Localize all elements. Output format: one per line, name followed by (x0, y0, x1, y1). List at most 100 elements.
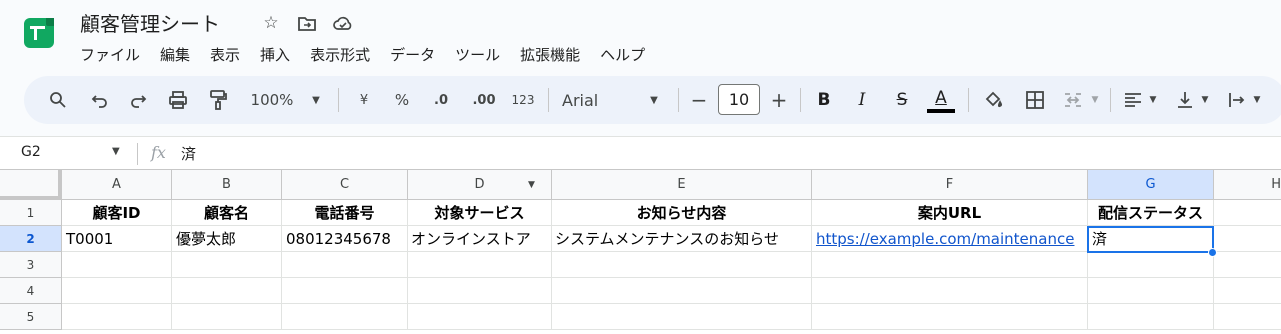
font-size-input[interactable]: 10 (718, 84, 760, 115)
font-caret-icon[interactable]: ▼ (644, 76, 664, 124)
cell-e5[interactable] (552, 304, 812, 330)
menu-extensions[interactable]: 拡張機能 (520, 42, 590, 67)
paint-format-icon[interactable] (204, 76, 232, 124)
merge-caret-icon[interactable]: ▼ (1088, 76, 1102, 124)
column-d-menu-caret-icon[interactable]: ▼ (528, 180, 535, 190)
cell-h3[interactable] (1214, 252, 1281, 278)
bold-button[interactable]: B (812, 76, 836, 124)
sheets-logo-icon[interactable] (24, 18, 54, 48)
row-header-2[interactable]: 2 (0, 226, 62, 252)
fill-handle[interactable] (1208, 248, 1217, 257)
column-header-g[interactable]: G (1088, 170, 1214, 200)
text-color-button[interactable]: A (926, 76, 956, 124)
increase-decimal-button[interactable]: .00 (466, 76, 502, 124)
cell-f2-link[interactable]: https://example.com/maintenance (812, 226, 1088, 252)
cell-c2[interactable]: 08012345678 (282, 226, 408, 252)
menu-view[interactable]: 表示 (210, 42, 250, 67)
menu-file[interactable]: ファイル (80, 42, 150, 67)
header-cell-url[interactable]: 案内URL (812, 200, 1088, 226)
row-header-4[interactable]: 4 (0, 278, 62, 304)
name-box-caret-icon[interactable]: ▼ (112, 146, 120, 157)
row-header-1[interactable]: 1 (0, 200, 62, 226)
cell-b3[interactable] (172, 252, 282, 278)
fill-color-icon[interactable] (978, 76, 1008, 124)
header-cell-notice[interactable]: お知らせ内容 (552, 200, 812, 226)
cell-b4[interactable] (172, 278, 282, 304)
move-folder-icon[interactable] (296, 12, 318, 34)
more-formats-button[interactable]: 123 (508, 76, 538, 124)
decrease-font-size-button[interactable]: − (688, 76, 710, 124)
cell-g4[interactable] (1088, 278, 1214, 304)
cell-d4[interactable] (408, 278, 552, 304)
cell-a5[interactable] (62, 304, 172, 330)
cell-c5[interactable] (282, 304, 408, 330)
cell-e4[interactable] (552, 278, 812, 304)
cell-d3[interactable] (408, 252, 552, 278)
increase-font-size-button[interactable]: + (768, 76, 790, 124)
cell-b2[interactable]: 優夢太郎 (172, 226, 282, 252)
zoom-caret-icon[interactable]: ▼ (306, 76, 326, 124)
search-menus-icon[interactable] (44, 76, 72, 124)
cell-f3[interactable] (812, 252, 1088, 278)
document-title[interactable]: 顧客管理シート (80, 8, 220, 37)
select-all-corner[interactable] (0, 170, 62, 200)
menu-tools[interactable]: ツール (455, 42, 510, 67)
wrap-caret-icon[interactable]: ▼ (1250, 76, 1264, 124)
redo-icon[interactable] (124, 76, 152, 124)
cell-b5[interactable] (172, 304, 282, 330)
cell-a3[interactable] (62, 252, 172, 278)
cell-e3[interactable] (552, 252, 812, 278)
cell-g5[interactable] (1088, 304, 1214, 330)
cell-g3[interactable] (1088, 252, 1214, 278)
column-header-h[interactable]: H (1214, 170, 1281, 200)
cell-c3[interactable] (282, 252, 408, 278)
cell-g2[interactable]: 済 (1088, 226, 1214, 252)
cell-h1[interactable] (1214, 200, 1281, 226)
cell-h4[interactable] (1214, 278, 1281, 304)
zoom-select[interactable]: 100% (246, 76, 298, 124)
cell-d2[interactable]: オンラインストア (408, 226, 552, 252)
decrease-decimal-button[interactable]: .0 (426, 76, 456, 124)
cell-a4[interactable] (62, 278, 172, 304)
cell-c4[interactable] (282, 278, 408, 304)
column-header-b[interactable]: B (172, 170, 282, 200)
italic-button[interactable]: I (850, 76, 874, 124)
menu-data[interactable]: データ (390, 42, 445, 67)
text-wrap-icon[interactable] (1224, 76, 1250, 124)
strikethrough-button[interactable]: S (890, 76, 914, 124)
header-cell-phone[interactable]: 電話番号 (282, 200, 408, 226)
name-box[interactable]: G2 (21, 144, 41, 160)
menu-edit[interactable]: 編集 (160, 42, 200, 67)
formula-input[interactable]: 済 (181, 143, 196, 164)
column-header-c[interactable]: C (282, 170, 408, 200)
header-cell-status[interactable]: 配信ステータス (1088, 200, 1214, 226)
horizontal-align-icon[interactable] (1120, 76, 1146, 124)
cell-e2[interactable]: システムメンテナンスのお知らせ (552, 226, 812, 252)
valign-caret-icon[interactable]: ▼ (1198, 76, 1212, 124)
percent-format-button[interactable]: % (390, 76, 414, 124)
font-family-select[interactable]: Arial (562, 76, 632, 124)
header-cell-customer-id[interactable]: 顧客ID (62, 200, 172, 226)
vertical-align-icon[interactable] (1172, 76, 1198, 124)
print-icon[interactable] (164, 76, 192, 124)
star-icon[interactable]: ☆ (260, 12, 282, 34)
menu-insert[interactable]: 挿入 (260, 42, 300, 67)
cloud-status-icon[interactable] (332, 12, 354, 34)
align-caret-icon[interactable]: ▼ (1146, 76, 1160, 124)
row-header-5[interactable]: 5 (0, 304, 62, 330)
menu-help[interactable]: ヘルプ (600, 42, 655, 67)
merge-cells-icon[interactable] (1060, 76, 1086, 124)
cell-f4[interactable] (812, 278, 1088, 304)
row-header-3[interactable]: 3 (0, 252, 62, 278)
cell-d5[interactable] (408, 304, 552, 330)
cell-h5[interactable] (1214, 304, 1281, 330)
header-cell-service[interactable]: 対象サービス (408, 200, 552, 226)
currency-format-button[interactable]: ¥ (352, 76, 376, 124)
column-header-a[interactable]: A (62, 170, 172, 200)
header-cell-customer-name[interactable]: 顧客名 (172, 200, 282, 226)
menu-format[interactable]: 表示形式 (310, 42, 380, 67)
borders-icon[interactable] (1022, 76, 1048, 124)
cell-a2[interactable]: T0001 (62, 226, 172, 252)
column-header-f[interactable]: F (812, 170, 1088, 200)
cell-h2[interactable] (1214, 226, 1281, 252)
